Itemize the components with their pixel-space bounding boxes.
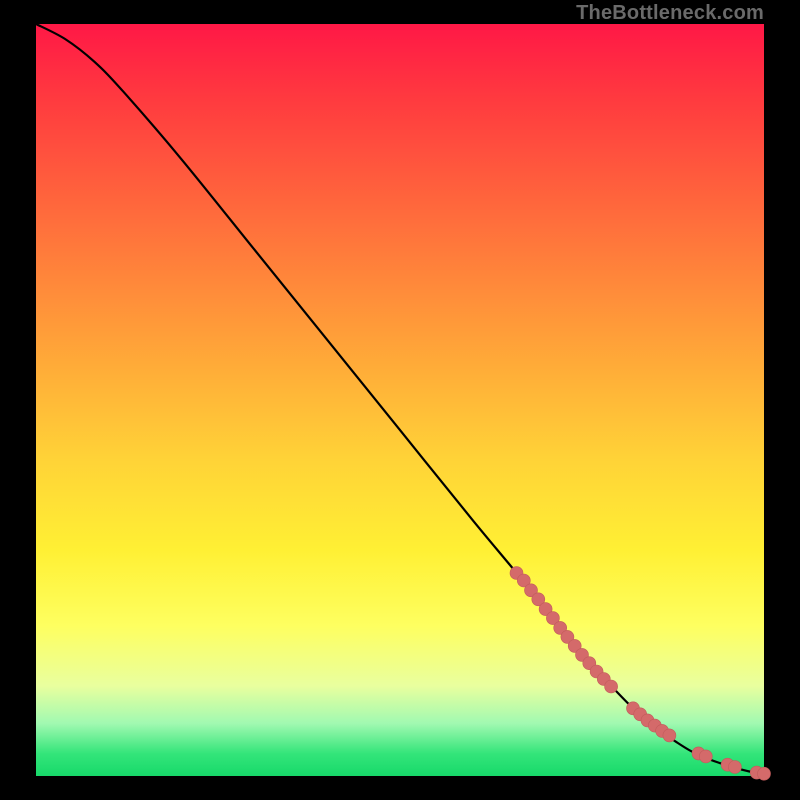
data-marker (699, 750, 712, 763)
curve-overlay (36, 24, 764, 776)
data-marker (663, 729, 676, 742)
bottleneck-curve (36, 24, 764, 774)
data-marker (728, 761, 741, 774)
attribution-label: TheBottleneck.com (576, 2, 764, 25)
data-marker (758, 767, 771, 780)
data-markers (510, 567, 771, 781)
data-marker (605, 680, 618, 693)
plot-area (36, 24, 764, 776)
chart-stage: TheBottleneck.com (0, 0, 800, 800)
